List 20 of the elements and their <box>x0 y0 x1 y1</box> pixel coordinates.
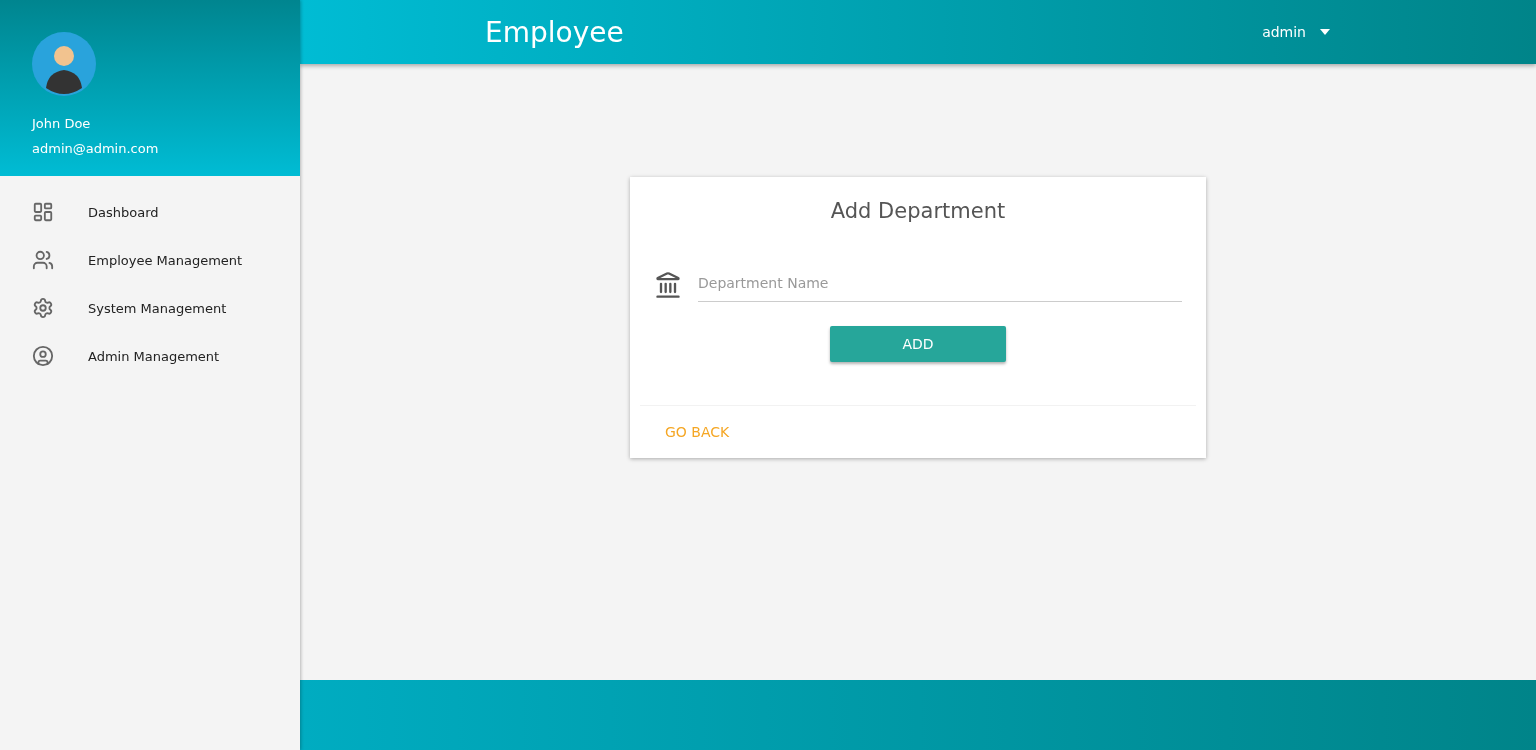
card-title: Add Department <box>829 199 1007 223</box>
settings-icon <box>32 297 54 319</box>
people-icon <box>32 249 54 271</box>
user-name: John Doe <box>32 116 92 131</box>
sidebar-item-label: System Management <box>88 300 227 316</box>
sidebar-item-label: Dashboard <box>88 204 159 220</box>
sidebar-item-label: Admin Management <box>88 348 220 364</box>
avatar-icon <box>32 32 96 96</box>
sidebar-item[interactable]: Employee Management <box>0 236 300 284</box>
bank-icon <box>654 270 682 299</box>
user-email: admin@admin.com <box>32 141 160 156</box>
dashboard-icon <box>32 201 54 223</box>
sidebar-item[interactable]: Dashboard <box>0 188 300 236</box>
user-menu[interactable]: admin <box>1256 23 1336 41</box>
sidebar-item[interactable]: Admin Management <box>0 332 300 380</box>
account-icon <box>32 345 54 367</box>
page-title: Employee <box>485 15 624 49</box>
sidebar-item-label: Employee Management <box>88 252 243 268</box>
sidebar-item[interactable]: System Management <box>0 284 300 332</box>
caret-icon <box>1320 29 1330 35</box>
